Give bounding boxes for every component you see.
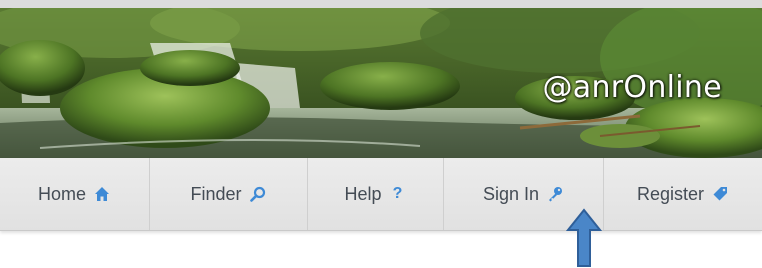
search-icon — [249, 185, 267, 203]
nav-finder-label: Finder — [190, 183, 242, 204]
brand-text: @anrOnline — [542, 70, 722, 105]
nav-register-label: Register — [636, 183, 705, 204]
main-nav: Home Finder Help ? Sign In Register — [0, 158, 762, 231]
nav-register[interactable]: Register — [604, 158, 762, 230]
nav-help-label: Help — [344, 183, 382, 204]
header-banner: @anrOnline — [0, 8, 762, 158]
page: @anrOnline Home Finder Help ? Sign In Re… — [0, 0, 762, 268]
home-icon — [93, 185, 111, 203]
nav-home-label: Home — [37, 183, 86, 204]
tag-icon — [711, 185, 729, 203]
key-icon — [546, 185, 564, 203]
question-icon: ? — [392, 185, 403, 202]
nav-sign-in-label: Sign In — [482, 183, 540, 204]
nav-help[interactable]: Help ? — [308, 158, 444, 230]
nav-home[interactable]: Home — [0, 158, 150, 230]
annotation-arrow-up-icon — [566, 208, 602, 267]
nav-finder[interactable]: Finder — [150, 158, 308, 230]
